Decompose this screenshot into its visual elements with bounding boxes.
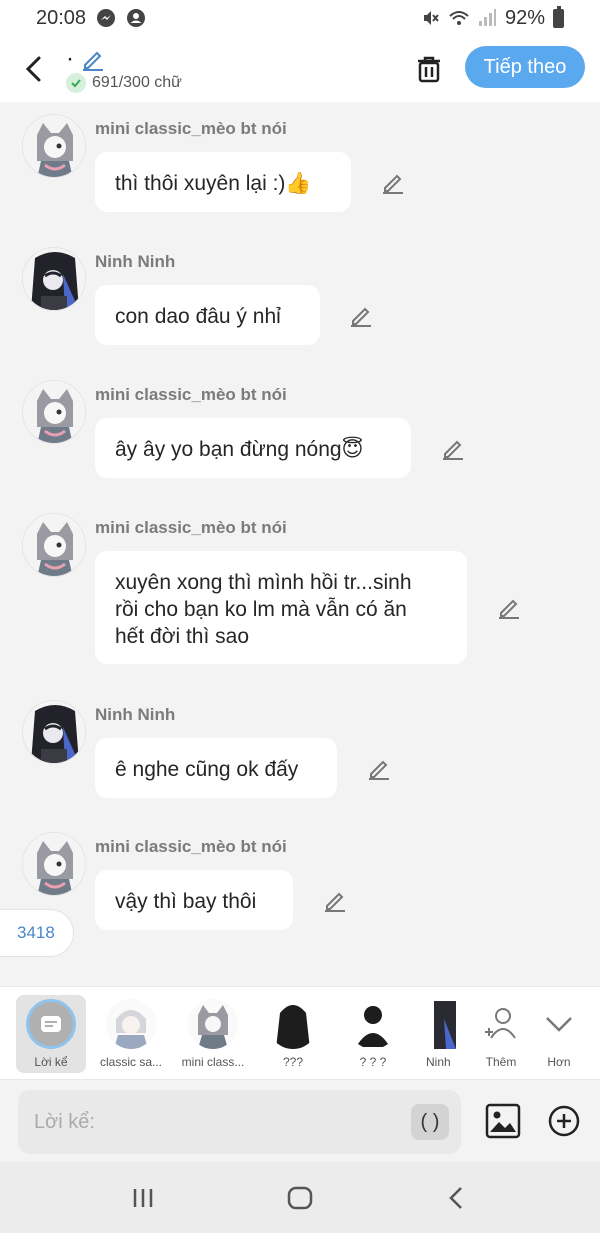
status-time: 20:08 bbox=[36, 6, 87, 29]
check-icon bbox=[66, 73, 86, 93]
battery-icon bbox=[553, 5, 564, 28]
edit-title-icon[interactable] bbox=[80, 46, 106, 72]
avatar[interactable] bbox=[22, 114, 86, 178]
character-avatar bbox=[416, 999, 456, 1049]
recent-apps-button[interactable] bbox=[128, 1184, 158, 1212]
character-silhouette bbox=[348, 999, 398, 1049]
character-name: Ninh bbox=[426, 1055, 451, 1069]
edit-message-icon[interactable] bbox=[348, 302, 374, 328]
sender-name: mini classic_mèo bt nói bbox=[95, 119, 287, 138]
edit-message-icon[interactable] bbox=[380, 169, 406, 195]
more-button[interactable]: Hơn bbox=[524, 995, 594, 1075]
character-narration[interactable]: Lời kể bbox=[16, 995, 86, 1073]
character-item[interactable]: ? ? ? bbox=[338, 995, 408, 1075]
sender-name: mini classic_mèo bt nói bbox=[95, 837, 287, 856]
add-person-icon bbox=[476, 999, 526, 1049]
account-icon bbox=[127, 9, 146, 27]
avatar[interactable] bbox=[22, 700, 86, 764]
system-nav-bar bbox=[0, 1162, 600, 1233]
sender-name: mini classic_mèo bt nói bbox=[95, 385, 287, 404]
input-placeholder: Lời kể: bbox=[34, 1110, 95, 1133]
edit-message-icon[interactable] bbox=[440, 435, 466, 461]
message-line: hết đời thì sao bbox=[115, 625, 250, 648]
next-button[interactable]: Tiếp theo bbox=[465, 46, 585, 88]
avatar[interactable] bbox=[22, 513, 86, 577]
chevron-down-icon bbox=[534, 999, 584, 1049]
character-name: ? ? ? bbox=[359, 1055, 387, 1069]
character-name: Lời kể bbox=[34, 1055, 68, 1069]
back-arrow-icon bbox=[25, 56, 41, 82]
message-bubble[interactable]: con dao đâu ý nhỉ bbox=[95, 285, 320, 345]
mute-icon bbox=[423, 11, 439, 25]
character-item[interactable]: ??? bbox=[258, 995, 328, 1075]
character-avatar bbox=[106, 999, 156, 1049]
avatar[interactable] bbox=[22, 380, 86, 444]
character-name: classic sa... bbox=[99, 1055, 162, 1069]
message-bubble[interactable]: xuyên xong thì mình hồi tr...sinh rồi ch… bbox=[95, 551, 467, 664]
avatar[interactable] bbox=[22, 832, 86, 896]
message-line: xuyên xong thì mình hồi tr...sinh bbox=[115, 571, 412, 594]
character-item[interactable]: mini class... bbox=[178, 995, 248, 1075]
title-block: · 691/300 chữ bbox=[66, 45, 182, 93]
character-name: Hơn bbox=[547, 1055, 571, 1069]
back-button[interactable] bbox=[4, 39, 64, 99]
nav-back-button[interactable] bbox=[441, 1184, 471, 1212]
status-bar: 20:08 92% bbox=[0, 0, 600, 36]
signal-icon bbox=[478, 9, 496, 26]
word-counter: 691/300 chữ bbox=[92, 74, 182, 91]
wifi-icon bbox=[449, 11, 469, 25]
message-bubble[interactable]: vậy thì bay thôi bbox=[95, 870, 293, 930]
character-item[interactable]: Ninh bbox=[416, 995, 456, 1075]
character-bar: Lời kể classic sa... mini class... ??? ?… bbox=[0, 986, 600, 1080]
sender-name: mini classic_mèo bt nói bbox=[95, 518, 287, 537]
avatar[interactable] bbox=[22, 247, 86, 311]
recent-apps-icon bbox=[133, 1189, 153, 1207]
parenthesis-button[interactable]: ( ) bbox=[411, 1104, 449, 1140]
page-title: · bbox=[66, 45, 74, 72]
home-button[interactable] bbox=[285, 1184, 315, 1212]
sender-name: Ninh Ninh bbox=[95, 705, 176, 724]
add-circle-icon[interactable] bbox=[547, 1104, 581, 1138]
header: · 691/300 chữ Tiếp theo bbox=[0, 36, 600, 102]
character-item[interactable]: classic sa... bbox=[96, 995, 166, 1075]
message-bubble[interactable]: ê nghe cũng ok đấy bbox=[95, 738, 337, 798]
battery-percent: 92% bbox=[504, 6, 545, 29]
character-name: mini class... bbox=[181, 1055, 245, 1069]
trash-icon bbox=[418, 56, 440, 83]
nav-back-icon bbox=[449, 1187, 462, 1209]
edit-message-icon[interactable] bbox=[496, 594, 522, 620]
home-icon bbox=[287, 1186, 313, 1210]
character-name: ??? bbox=[282, 1055, 304, 1069]
narration-icon bbox=[26, 999, 76, 1049]
input-area: Lời kể: ( ) bbox=[0, 1080, 600, 1162]
message-count-chip[interactable]: 3418 bbox=[0, 909, 74, 957]
message-line: rồi cho bạn ko lm mà vẫn có ăn bbox=[115, 598, 407, 621]
narration-input[interactable]: Lời kể: ( ) bbox=[18, 1090, 461, 1154]
sender-name: Ninh Ninh bbox=[95, 252, 176, 271]
messenger-icon bbox=[97, 9, 116, 27]
message-bubble[interactable]: thì thôi xuyên lại :)👍 bbox=[95, 152, 351, 212]
character-avatar bbox=[188, 999, 238, 1049]
edit-message-icon[interactable] bbox=[322, 887, 348, 913]
delete-button[interactable] bbox=[410, 50, 448, 88]
image-icon[interactable] bbox=[484, 1102, 522, 1140]
character-silhouette bbox=[268, 999, 318, 1049]
message-bubble[interactable]: ây ây yo bạn đừng nóng😇 bbox=[95, 418, 411, 478]
edit-message-icon[interactable] bbox=[366, 755, 392, 781]
